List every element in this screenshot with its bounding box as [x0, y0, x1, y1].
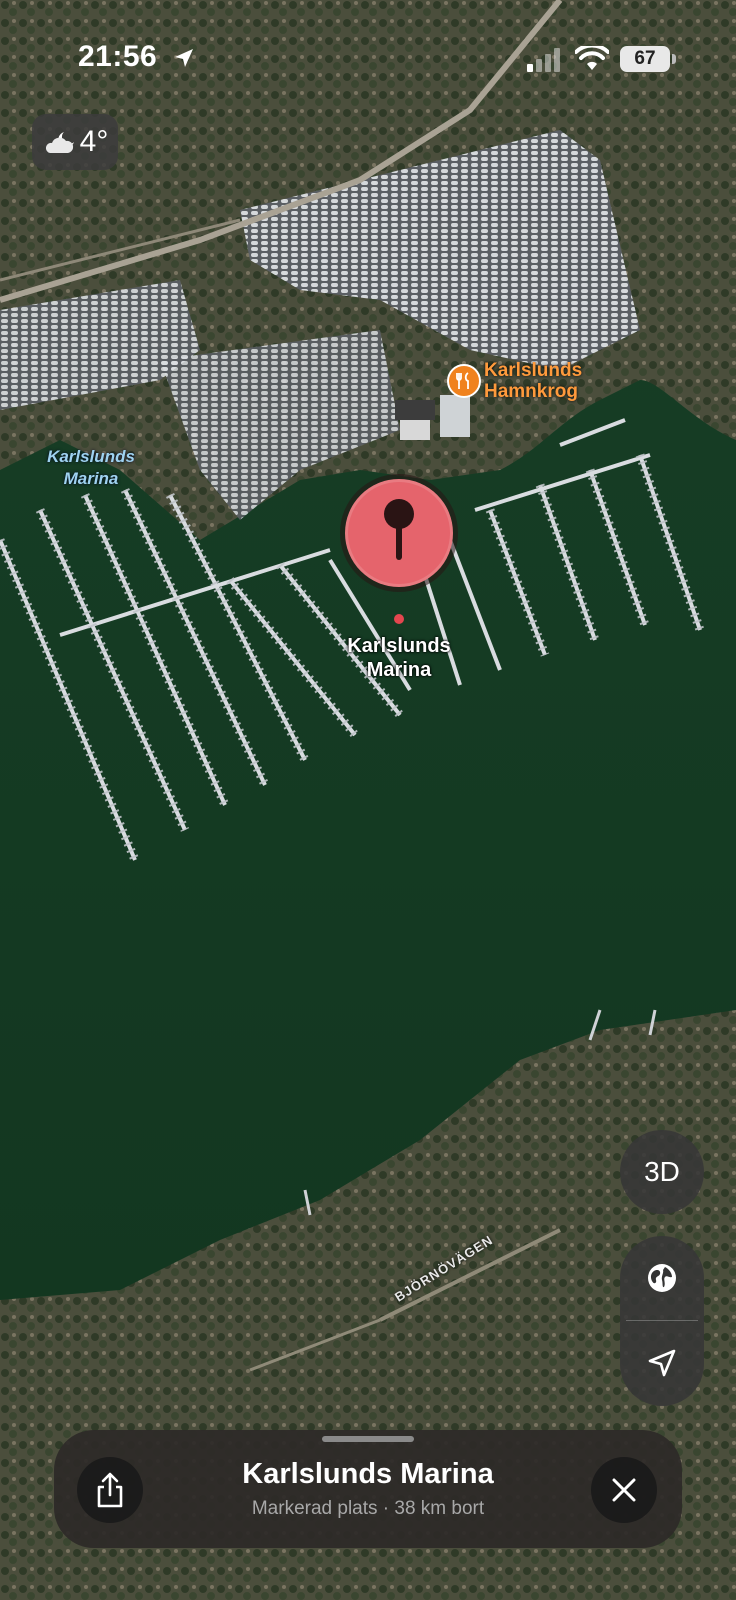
place-subtitle: Markerad plats · 38 km bort: [251, 1498, 485, 1519]
location-services-icon: [175, 49, 193, 67]
globe-icon: [648, 1264, 676, 1292]
place-title: Karlslunds Marina: [242, 1458, 494, 1490]
battery-indicator: 67: [620, 46, 676, 72]
close-icon: [612, 1478, 636, 1502]
wifi-icon: [575, 46, 609, 70]
sheet-grabber[interactable]: [322, 1436, 414, 1442]
share-icon: [97, 1472, 123, 1508]
pin-label: Karlslunds Marina: [347, 635, 451, 681]
share-button[interactable]: [77, 1457, 143, 1523]
close-button[interactable]: [591, 1457, 657, 1523]
cellular-signal-icon: [527, 48, 560, 72]
map-mode-button[interactable]: [620, 1236, 704, 1320]
pin-point: [394, 614, 404, 624]
poi-restaurant[interactable]: [447, 364, 481, 398]
weather-chip[interactable]: 4°: [32, 114, 118, 170]
map-control-stack: [620, 1236, 704, 1406]
3d-button[interactable]: 3D: [620, 1130, 704, 1214]
temperature: 4°: [79, 125, 109, 158]
location-arrow-icon: [648, 1349, 676, 1377]
fork-knife-icon: [447, 364, 481, 398]
pin-icon: [384, 499, 414, 560]
locate-me-button[interactable]: [620, 1321, 704, 1405]
dropped-pin[interactable]: [345, 479, 453, 587]
status-time: 21:56: [78, 40, 158, 73]
cloud-moon-icon: [45, 132, 74, 153]
water-label: Karlslunds Marina: [47, 447, 135, 488]
poi-label[interactable]: Karlslunds Hamnkrog: [484, 360, 594, 402]
